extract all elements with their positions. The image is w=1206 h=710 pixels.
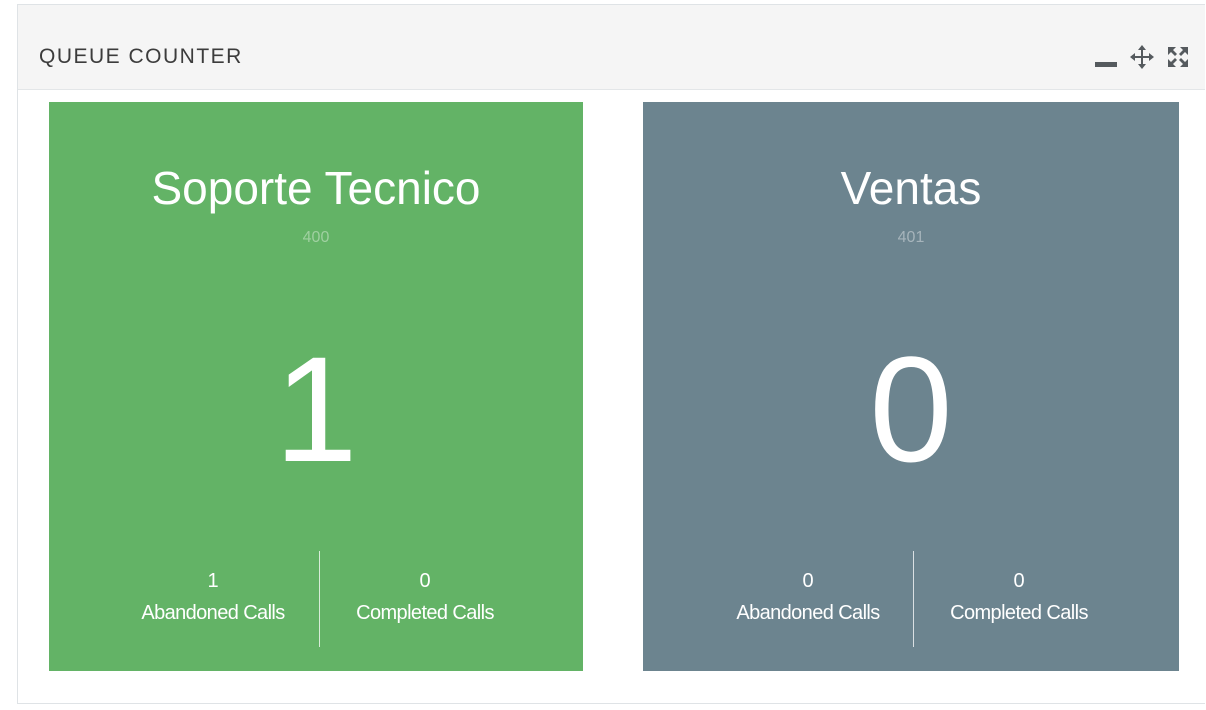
queue-name: Ventas	[840, 162, 982, 214]
queue-extension: 401	[897, 229, 925, 246]
abandoned-calls-value: 1	[207, 570, 219, 592]
queue-extension: 400	[302, 229, 330, 246]
completed-calls-value: 0	[419, 570, 431, 592]
abandoned-calls-stat: 1 Abandoned Calls	[109, 565, 317, 629]
widget-title: QUEUE COUNTER	[39, 45, 243, 68]
queue-stats: 0 Abandoned Calls 0 Completed Calls	[643, 551, 1179, 647]
completed-calls-label: Completed Calls	[356, 602, 494, 624]
queue-waiting-count: 1	[274, 325, 358, 493]
completed-calls-stat: 0 Completed Calls	[921, 565, 1117, 629]
abandoned-calls-stat: 0 Abandoned Calls	[703, 565, 913, 629]
queue-waiting-count: 0	[869, 325, 953, 493]
completed-calls-stat: 0 Completed Calls	[325, 565, 525, 629]
abandoned-calls-value: 0	[802, 570, 814, 592]
expand-icon[interactable]	[1165, 45, 1191, 69]
queue-name: Soporte Tecnico	[151, 162, 481, 214]
queue-counter-widget: QUEUE COUNTER Soporte Tecnico 400 1 1 Ab…	[17, 4, 1205, 704]
stat-divider	[913, 551, 914, 647]
queue-tile-soporte-tecnico: Soporte Tecnico 400 1 1 Abandoned Calls …	[49, 102, 583, 671]
widget-header: QUEUE COUNTER	[18, 5, 1205, 90]
minimize-icon[interactable]	[1093, 45, 1119, 69]
queue-stats: 1 Abandoned Calls 0 Completed Calls	[49, 551, 583, 647]
abandoned-calls-label: Abandoned Calls	[736, 602, 880, 624]
completed-calls-value: 0	[1013, 570, 1025, 592]
abandoned-calls-label: Abandoned Calls	[141, 602, 285, 624]
move-icon[interactable]	[1129, 45, 1155, 69]
queue-tile-ventas: Ventas 401 0 0 Abandoned Calls 0 Complet…	[643, 102, 1179, 671]
completed-calls-label: Completed Calls	[950, 602, 1088, 624]
stat-divider	[319, 551, 320, 647]
widget-controls	[1093, 45, 1191, 69]
